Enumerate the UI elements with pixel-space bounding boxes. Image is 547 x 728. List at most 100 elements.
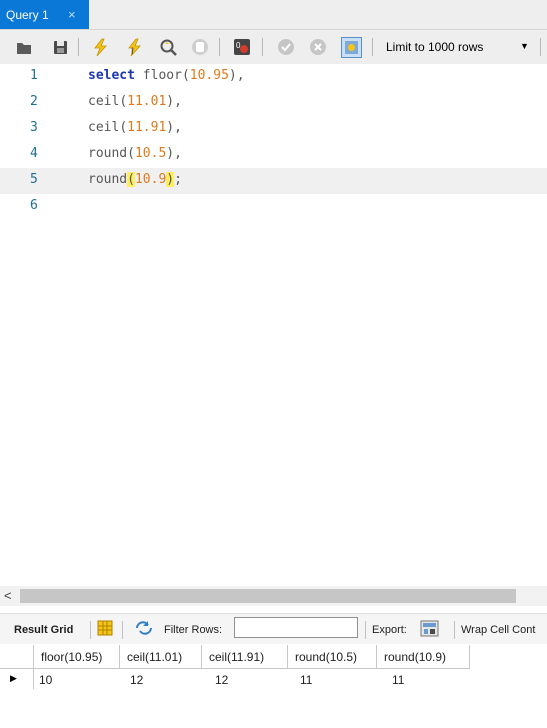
paren-close: ) (228, 68, 237, 83)
sql-number: 10.5 (134, 146, 167, 161)
editor-line: 6 (0, 194, 547, 220)
filter-rows-input[interactable] (234, 617, 358, 638)
paren-open: ( (127, 146, 135, 161)
sql-function: floor (142, 68, 182, 83)
execute-current-icon[interactable]: I (124, 37, 144, 57)
paren-close: ) (166, 94, 175, 109)
line-code: ceil(11.91), (88, 120, 182, 135)
sql-function: ceil (88, 94, 120, 109)
paren-close: ) (166, 120, 175, 135)
punctuation: , (174, 146, 182, 161)
horizontal-scrollbar[interactable]: < (0, 586, 547, 606)
line-number: 2 (30, 94, 38, 109)
line-number: 5 (30, 172, 38, 187)
editor-line: 4 round(10.5), (0, 142, 547, 168)
current-row-icon: ▶ (10, 673, 17, 683)
limit-rows-select[interactable]: Limit to 1000 rows ▼ (380, 36, 538, 58)
sql-number: 11.01 (127, 94, 167, 109)
sql-function: round (88, 172, 128, 187)
limit-rows-value: Limit to 1000 rows (386, 40, 484, 54)
punctuation: ; (174, 172, 182, 187)
column-header[interactable]: floor(10.95) (34, 645, 120, 669)
column-header[interactable]: ceil(11.91) (202, 645, 288, 669)
sql-editor[interactable]: 1 select floor(10.95), 2 ceil(11.01), 3 … (0, 64, 547, 584)
dropdown-arrow-icon: ▼ (520, 41, 529, 51)
column-header-label: ceil(11.01) (127, 650, 183, 664)
result-grid: floor(10.95) ceil(11.01) ceil(11.91) rou… (0, 645, 547, 728)
table-cell[interactable]: 11 (392, 673, 404, 687)
editor-line-current: 5 round(10.9); (0, 168, 547, 194)
punctuation: , (174, 94, 182, 109)
table-cell[interactable]: 12 (130, 673, 143, 687)
explain-icon[interactable] (158, 37, 178, 57)
column-header[interactable]: ceil(11.01) (120, 645, 202, 669)
export-icon[interactable] (420, 619, 440, 639)
execute-icon[interactable] (90, 37, 110, 57)
toolbar-separator (540, 38, 541, 56)
toolbar-separator (219, 38, 220, 56)
paren-open-highlighted: ( (127, 172, 135, 187)
line-number: 4 (30, 146, 38, 161)
editor-line: 3 ceil(11.91), (0, 116, 547, 142)
column-header-label: round(10.9) (384, 650, 447, 664)
line-number: 1 (30, 68, 38, 83)
toolbar-separator (122, 621, 123, 639)
tab-query-1[interactable]: Query 1 × (0, 0, 89, 29)
scroll-left-icon[interactable]: < (4, 588, 12, 603)
rollback-icon[interactable] (308, 37, 328, 57)
toolbar-separator (365, 621, 366, 639)
results-toolbar: Result Grid Filter Rows: Export: Wrap Ce… (0, 613, 547, 644)
punctuation: , (236, 68, 245, 83)
table-cell[interactable]: 11 (300, 673, 312, 687)
sql-function: round (88, 146, 128, 161)
row-selector[interactable]: ▶ (0, 669, 34, 689)
result-grid-label[interactable]: Result Grid (14, 624, 73, 636)
toolbar-separator (454, 621, 455, 639)
filter-rows-label: Filter Rows: (164, 624, 223, 636)
punctuation: , (174, 120, 182, 135)
line-code: round(10.5), (88, 146, 182, 161)
paren-close-highlighted: ) (166, 172, 175, 187)
toolbar-separator (78, 38, 79, 56)
line-code: select floor(10.95), (88, 68, 245, 83)
grid-layout-icon[interactable] (97, 620, 113, 636)
toggle-error-icon[interactable]: 0 (232, 37, 252, 57)
paren-close: ) (166, 146, 175, 161)
wrap-cell-content-label[interactable]: Wrap Cell Cont (461, 624, 535, 636)
toolbar-separator (90, 621, 91, 639)
commit-icon[interactable] (276, 37, 296, 57)
sql-number: 10.95 (189, 68, 229, 83)
paren-open: ( (119, 120, 128, 135)
query-tab-bar: Query 1 × (0, 0, 547, 30)
paren-open: ( (119, 94, 128, 109)
column-header-label: round(10.5) (295, 650, 358, 664)
sql-toolbar: I 0 Limit to 1000 rows ▼ (0, 30, 547, 64)
column-header-label: floor(10.95) (41, 650, 103, 664)
svg-text:0: 0 (236, 41, 241, 50)
save-icon[interactable] (50, 37, 70, 57)
stop-icon[interactable] (190, 37, 210, 57)
paren-open: ( (181, 68, 190, 83)
refresh-icon[interactable] (135, 620, 153, 636)
grid-corner (0, 645, 34, 669)
editor-line: 1 select floor(10.95), (0, 64, 547, 90)
autocommit-icon[interactable] (341, 37, 362, 58)
column-header-label: ceil(11.91) (209, 650, 265, 664)
column-header[interactable]: round(10.5) (288, 645, 377, 669)
tab-title: Query 1 (6, 8, 49, 22)
editor-line: 2 ceil(11.01), (0, 90, 547, 116)
sql-number: 10.9 (134, 172, 167, 187)
sql-keyword: select (88, 68, 135, 83)
column-header[interactable]: round(10.9) (377, 645, 470, 669)
line-number: 3 (30, 120, 38, 135)
close-icon[interactable]: × (68, 7, 76, 22)
sql-number: 11.91 (127, 120, 167, 135)
toolbar-separator (262, 38, 263, 56)
table-cell[interactable]: 10 (39, 673, 52, 687)
line-number: 6 (30, 198, 38, 213)
line-code: ceil(11.01), (88, 94, 182, 109)
open-file-icon[interactable] (14, 37, 34, 57)
scrollbar-thumb[interactable] (20, 589, 516, 603)
table-cell[interactable]: 12 (215, 673, 228, 687)
sql-function: ceil (88, 120, 120, 135)
